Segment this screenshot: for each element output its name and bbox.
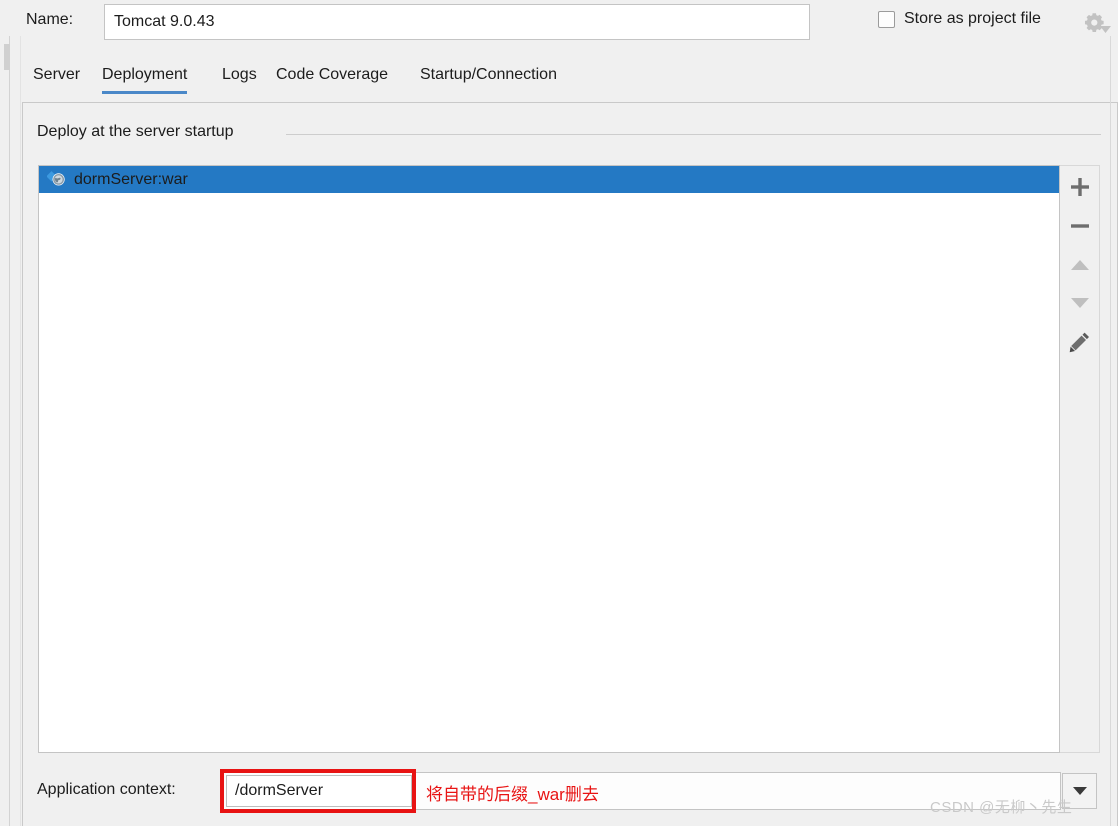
left-splitter-strip [0,0,22,826]
splitter-handle[interactable] [4,44,10,70]
annotation-text: 将自带的后缀_war删去 [426,785,599,804]
application-context-input[interactable] [226,775,412,807]
remove-button[interactable] [1060,207,1099,245]
gear-icon[interactable] [1083,11,1111,35]
name-input[interactable] [104,4,810,40]
tab-code-coverage[interactable]: Code Coverage [276,60,388,98]
move-up-button[interactable] [1060,246,1099,284]
application-context-label: Application context: [37,781,176,798]
splitter-line [9,36,10,826]
store-as-project-file-label: Store as project file [904,10,1041,27]
plus-icon [1070,178,1089,196]
chevron-down-icon [1072,787,1087,795]
deploy-at-startup-title: Deploy at the server startup [37,123,244,141]
name-label: Name: [26,11,74,28]
chevron-down-icon [1100,26,1111,33]
tab-bar[interactable]: Server Deployment Logs Code Coverage Sta… [22,60,1118,102]
name-row: Name: Store as project file [0,0,1118,44]
minus-icon [1070,224,1089,228]
move-down-button[interactable] [1060,284,1099,322]
panel-left-border [20,36,21,826]
deployment-list[interactable]: dormServer:war [38,165,1060,753]
triangle-up-icon [1070,260,1089,270]
tab-deployment[interactable]: Deployment [102,60,188,98]
add-button[interactable] [1060,168,1099,206]
deployment-toolbar [1060,165,1100,753]
group-separator [286,134,1101,135]
list-item[interactable]: dormServer:war [39,166,1059,193]
watermark: CSDN @无柳丶先生 [930,799,1073,816]
pencil-icon [1069,332,1089,353]
panel-right-border [1110,36,1111,826]
list-item-label: dormServer:war [74,170,188,188]
tab-startup-connection[interactable]: Startup/Connection [420,60,557,98]
store-as-project-file-option[interactable]: Store as project file [878,10,1041,28]
edit-button[interactable] [1060,323,1099,361]
artifact-war-icon [46,168,66,191]
triangle-down-icon [1070,298,1089,308]
tab-server[interactable]: Server [33,60,80,98]
tab-logs[interactable]: Logs [222,60,257,98]
store-as-project-file-checkbox[interactable] [878,10,895,28]
